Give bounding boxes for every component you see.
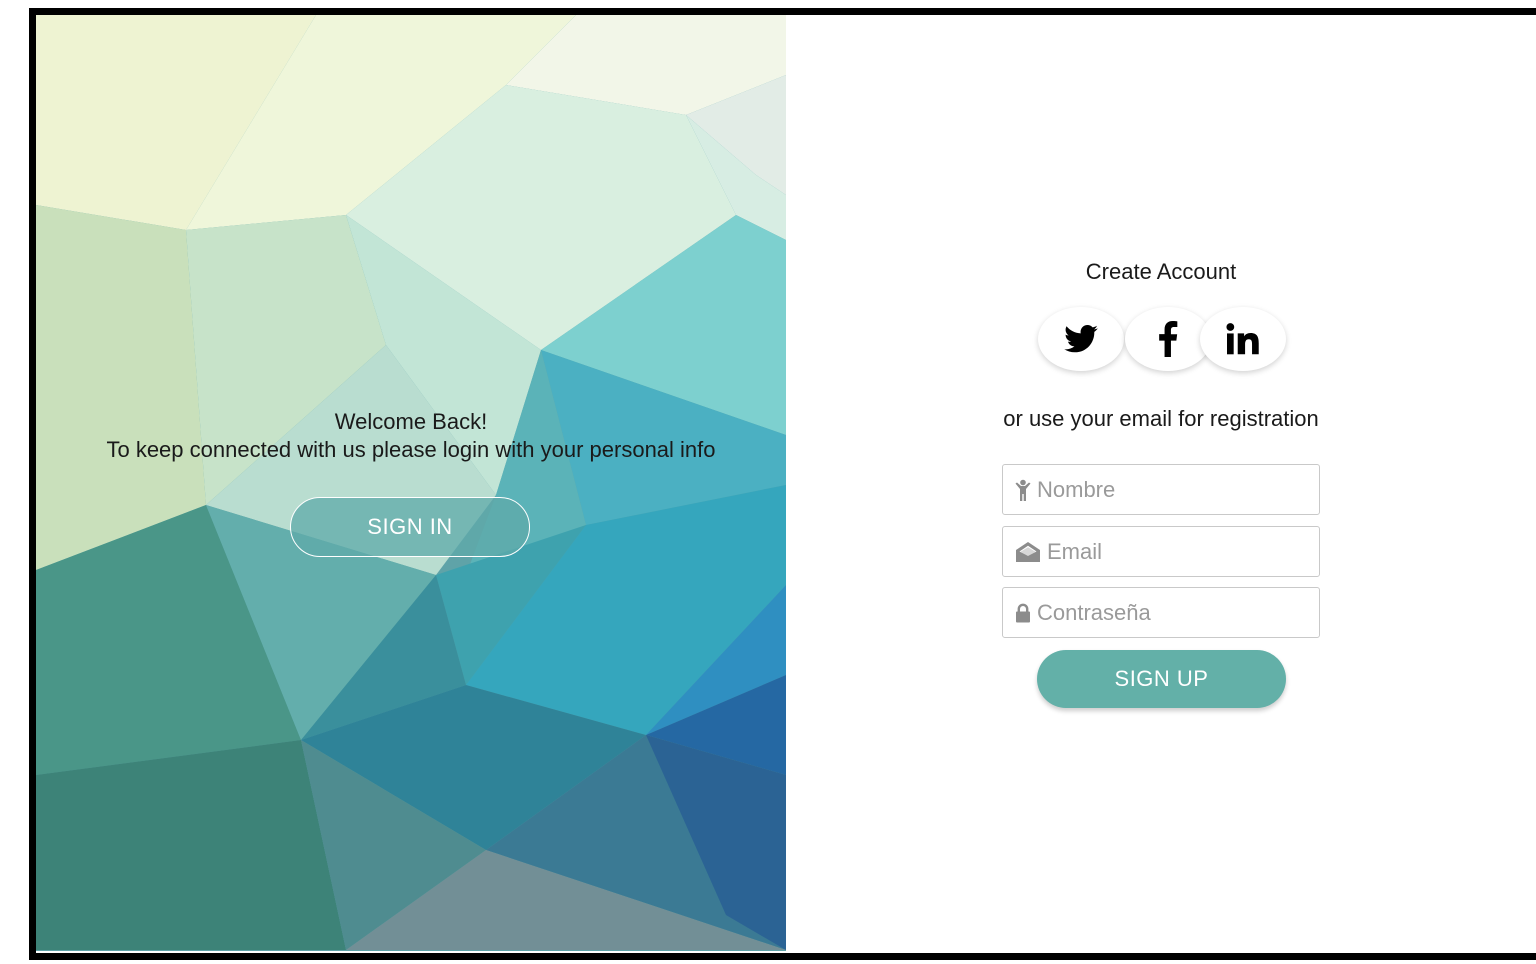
welcome-text-block: Welcome Back! To keep connected with us … (36, 408, 786, 464)
low-poly-background (36, 15, 786, 951)
sign-up-form: Create Account or use your email for reg… (786, 15, 1536, 951)
name-input[interactable] (1037, 476, 1297, 503)
email-input[interactable] (1047, 538, 1307, 565)
welcome-overlay-panel: Welcome Back! To keep connected with us … (36, 15, 786, 951)
sign-in-button[interactable]: SIGN IN (290, 497, 530, 557)
linkedin-icon (1226, 323, 1259, 355)
sign-up-button[interactable]: SIGN UP (1037, 650, 1286, 708)
twitter-button[interactable] (1038, 307, 1124, 371)
welcome-message: To keep connected with us please login w… (106, 437, 716, 462)
facebook-icon (1159, 321, 1178, 357)
person-icon (1015, 479, 1031, 501)
twitter-icon (1064, 325, 1098, 353)
form-title: Create Account (1085, 259, 1237, 284)
welcome-title: Welcome Back! (334, 409, 488, 434)
linkedin-button[interactable] (1200, 307, 1286, 371)
lock-icon (1015, 603, 1031, 623)
social-login-group (1038, 307, 1288, 373)
facebook-button[interactable] (1125, 307, 1211, 371)
email-field (1002, 526, 1320, 577)
envelope-open-icon (1015, 541, 1041, 563)
password-field (1002, 587, 1320, 638)
registration-hint: or use your email for registration (1003, 406, 1319, 431)
password-input[interactable] (1037, 599, 1297, 626)
name-field (1002, 464, 1320, 515)
app-frame: Welcome Back! To keep connected with us … (29, 8, 1536, 960)
